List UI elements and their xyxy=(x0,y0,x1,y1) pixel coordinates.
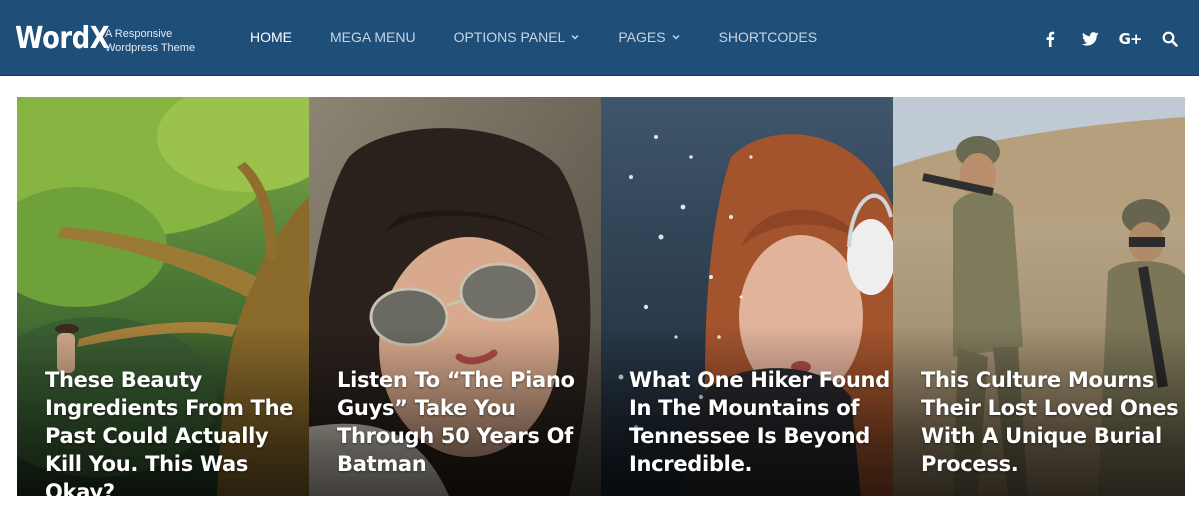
nav-item-label: SHORTCODES xyxy=(718,29,818,45)
nav-item-shortcodes[interactable]: SHORTCODES xyxy=(719,29,818,45)
tagline-line-1: A Responsive xyxy=(105,28,173,40)
chevron-down-icon xyxy=(571,34,579,40)
featured-card[interactable]: What One Hiker Found In The Mountains of… xyxy=(601,97,893,496)
search-icon[interactable] xyxy=(1159,28,1181,50)
nav-item-label: HOME xyxy=(250,29,292,45)
nav-item-options-panel[interactable]: OPTIONS PANEL xyxy=(454,29,581,45)
nav-item-label: PAGES xyxy=(618,29,666,45)
nav-item-pages[interactable]: PAGES xyxy=(618,29,680,45)
google-plus-icon[interactable]: G+ xyxy=(1118,28,1143,50)
site-tagline: A Responsive Wordpress Theme xyxy=(105,27,195,55)
tagline-line-2: Wordpress Theme xyxy=(105,42,196,54)
nav-item-label: OPTIONS PANEL xyxy=(453,29,566,45)
main-nav: HOME MEGA MENU OPTIONS PANEL PAGES SHORT… xyxy=(250,29,855,45)
featured-card[interactable]: These Beauty Ingredients From The Past C… xyxy=(17,97,309,496)
featured-card[interactable]: This Culture Mourns Their Lost Loved One… xyxy=(893,97,1185,496)
google-plus-label: G+ xyxy=(1118,30,1143,48)
nav-item-home[interactable]: HOME xyxy=(250,29,292,45)
nav-item-mega-menu[interactable]: MEGA MENU xyxy=(330,29,416,45)
featured-slider: These Beauty Ingredients From The Past C… xyxy=(17,97,1185,496)
social-links: G+ xyxy=(1021,28,1181,50)
nav-item-label: MEGA MENU xyxy=(330,29,416,45)
card-title[interactable]: This Culture Mourns Their Lost Loved One… xyxy=(921,366,1183,478)
card-title[interactable]: These Beauty Ingredients From The Past C… xyxy=(45,366,307,496)
featured-card[interactable]: Listen To “The Piano Guys” Take You Thro… xyxy=(309,97,601,496)
card-title[interactable]: Listen To “The Piano Guys” Take You Thro… xyxy=(337,366,599,478)
site-logo[interactable]: WordX xyxy=(15,20,110,58)
card-title[interactable]: What One Hiker Found In The Mountains of… xyxy=(629,366,891,478)
facebook-icon[interactable] xyxy=(1039,28,1061,50)
site-header: WordX A Responsive Wordpress Theme HOME … xyxy=(0,0,1199,76)
twitter-icon[interactable] xyxy=(1079,28,1101,50)
chevron-down-icon xyxy=(672,34,680,40)
